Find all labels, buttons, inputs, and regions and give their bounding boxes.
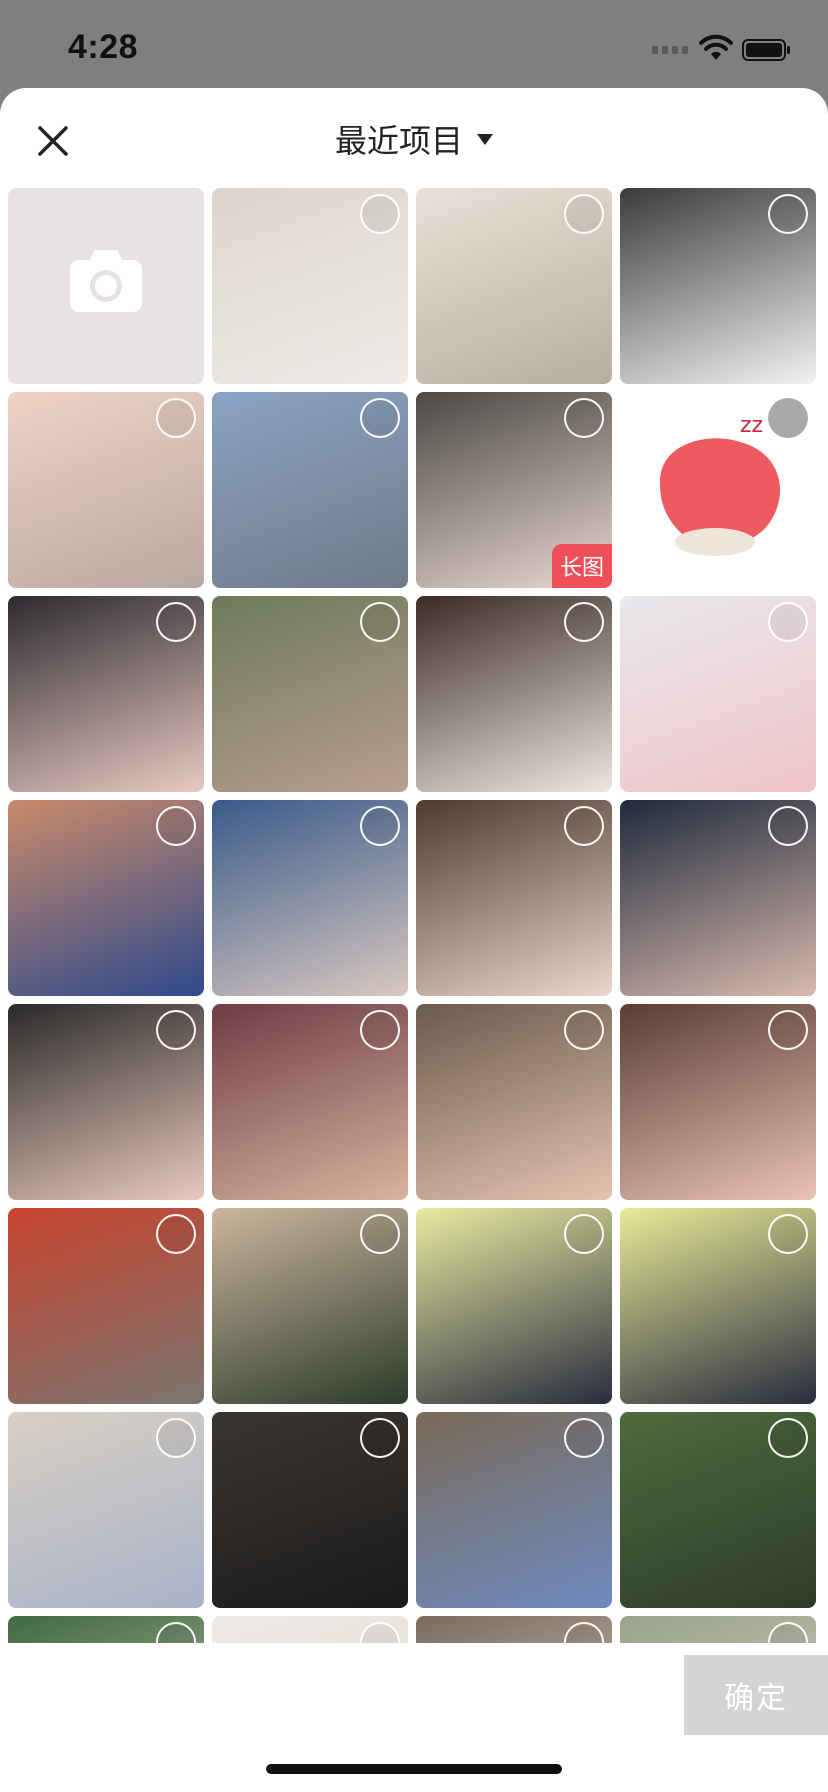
- photo-tile[interactable]: [8, 392, 204, 588]
- status-time: 4:28: [68, 28, 139, 66]
- select-circle-icon[interactable]: [768, 602, 808, 642]
- photo-tile[interactable]: [416, 1004, 612, 1200]
- wifi-icon: [699, 34, 733, 60]
- select-circle-icon[interactable]: [564, 602, 604, 642]
- photo-picker-sheet: 最近项目 长图 zz 确定: [0, 88, 828, 1792]
- select-circle-icon[interactable]: [564, 1418, 604, 1458]
- select-circle-icon[interactable]: [360, 602, 400, 642]
- home-indicator: [266, 1764, 562, 1774]
- photo-tile[interactable]: [8, 1412, 204, 1608]
- select-circle-icon[interactable]: [360, 194, 400, 234]
- photo-tile[interactable]: [212, 392, 408, 588]
- select-circle-icon[interactable]: [156, 398, 196, 438]
- photo-tile[interactable]: [212, 800, 408, 996]
- select-circle-icon[interactable]: [564, 806, 604, 846]
- album-title: 最近项目: [334, 123, 463, 159]
- photo-tile[interactable]: [620, 1616, 816, 1643]
- photo-tile[interactable]: [212, 1208, 408, 1404]
- photo-tile[interactable]: [416, 1412, 612, 1608]
- select-circle-icon[interactable]: [564, 194, 604, 234]
- select-circle-icon[interactable]: [564, 398, 604, 438]
- photo-tile[interactable]: [620, 1004, 816, 1200]
- photo-tile[interactable]: [212, 1004, 408, 1200]
- select-circle-icon[interactable]: [768, 398, 808, 438]
- select-circle-icon[interactable]: [360, 806, 400, 846]
- photo-tile[interactable]: [620, 596, 816, 792]
- photo-tile[interactable]: [212, 188, 408, 384]
- photo-tile[interactable]: [8, 1004, 204, 1200]
- select-circle-icon[interactable]: [360, 1010, 400, 1050]
- photo-tile[interactable]: [8, 1208, 204, 1404]
- cellular-signal-icon: [652, 46, 688, 54]
- photo-tile[interactable]: [416, 800, 612, 996]
- album-selector[interactable]: 最近项目: [0, 116, 828, 162]
- confirm-button[interactable]: 确定: [684, 1655, 828, 1735]
- photo-tile[interactable]: [620, 188, 816, 384]
- camera-icon: [70, 250, 142, 312]
- picker-header: 最近项目: [0, 88, 828, 186]
- camera-tile[interactable]: [8, 188, 204, 384]
- select-circle-icon[interactable]: [156, 1214, 196, 1254]
- select-circle-icon[interactable]: [768, 1010, 808, 1050]
- photo-tile[interactable]: [8, 800, 204, 996]
- select-circle-icon[interactable]: [156, 602, 196, 642]
- photo-tile[interactable]: 长图: [416, 392, 612, 588]
- photo-grid: 长图 zz: [8, 188, 820, 1643]
- photo-tile[interactable]: [416, 1616, 612, 1643]
- select-circle-icon[interactable]: [564, 1010, 604, 1050]
- select-circle-icon[interactable]: [360, 398, 400, 438]
- photo-tile[interactable]: [416, 596, 612, 792]
- select-circle-icon[interactable]: [768, 1418, 808, 1458]
- status-bar: 4:28: [0, 0, 828, 88]
- photo-tile[interactable]: [620, 1412, 816, 1608]
- photo-tile[interactable]: [8, 596, 204, 792]
- caret-down-icon: [477, 133, 493, 145]
- photo-tile[interactable]: [620, 800, 816, 996]
- select-circle-icon[interactable]: [768, 194, 808, 234]
- select-circle-icon[interactable]: [156, 1010, 196, 1050]
- photo-tile[interactable]: [212, 1616, 408, 1643]
- photo-tile[interactable]: [416, 1208, 612, 1404]
- select-circle-icon[interactable]: [564, 1214, 604, 1254]
- select-circle-icon[interactable]: [156, 806, 196, 846]
- select-circle-icon[interactable]: [768, 1214, 808, 1254]
- select-circle-icon[interactable]: [156, 1418, 196, 1458]
- photo-tile[interactable]: [212, 1412, 408, 1608]
- battery-icon: [742, 39, 790, 61]
- photo-tile[interactable]: [8, 1616, 204, 1643]
- select-circle-icon[interactable]: [360, 1418, 400, 1458]
- select-circle-icon[interactable]: [768, 806, 808, 846]
- svg-text:zz: zz: [740, 413, 763, 438]
- photo-tile[interactable]: [416, 188, 612, 384]
- photo-tile[interactable]: [212, 596, 408, 792]
- long-image-badge: 长图: [551, 544, 612, 588]
- select-circle-icon[interactable]: [360, 1214, 400, 1254]
- photo-tile[interactable]: zz: [620, 392, 816, 588]
- photo-tile[interactable]: [620, 1208, 816, 1404]
